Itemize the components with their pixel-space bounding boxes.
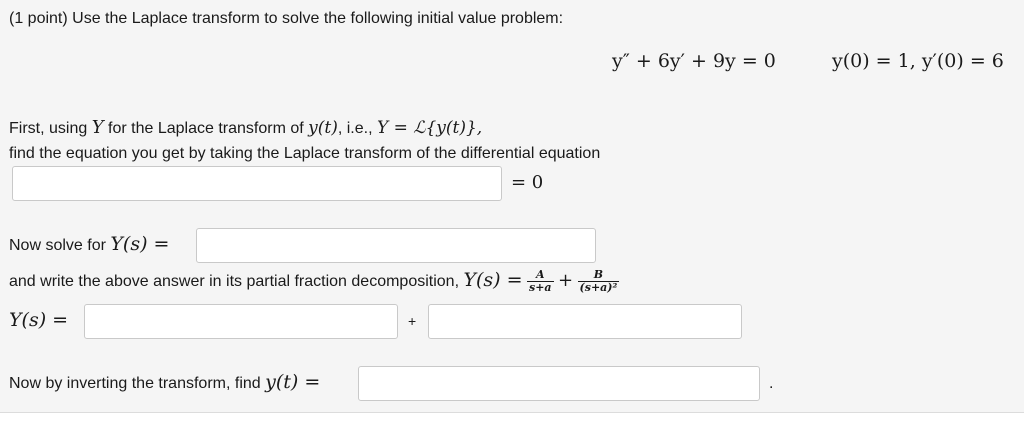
partial-fraction-term1-input[interactable] bbox=[84, 304, 398, 339]
step1-line1: First, using Y for the Laplace transform… bbox=[9, 118, 482, 139]
initial-conditions: y(0) = 1, y′(0) = 6 bbox=[832, 50, 1004, 72]
step3-line: and write the above answer in its partia… bbox=[9, 266, 620, 296]
plus-sign: + bbox=[558, 270, 574, 291]
fraction-B: B (s+a)² bbox=[577, 269, 620, 295]
step1-text: First, using bbox=[9, 120, 92, 137]
partial-fraction-term2-input[interactable] bbox=[428, 304, 742, 339]
fraction-denominator: s+a bbox=[529, 281, 552, 295]
ode-equation: y″ + 6y′ + 9y = 0 bbox=[612, 50, 776, 72]
step1-text: for the Laplace transform of bbox=[103, 120, 309, 137]
step3-text: and write the above answer in its partia… bbox=[9, 273, 464, 290]
fraction-A: As+a bbox=[527, 269, 554, 294]
symbol-yt: y(t) bbox=[308, 118, 338, 138]
plus-sign: + bbox=[408, 313, 417, 329]
symbol-Ys: Y(s) = bbox=[110, 233, 170, 255]
Ys-input[interactable] bbox=[196, 228, 596, 263]
equals-zero: = 0 bbox=[511, 172, 544, 193]
step1-line2: find the equation you get by taking the … bbox=[9, 145, 601, 162]
trailing-period: . bbox=[769, 375, 774, 392]
step2-text: Now solve for bbox=[9, 237, 111, 254]
symbol-Ys: Y(s) = bbox=[463, 269, 523, 291]
problem-prompt: (1 point) Use the Laplace transform to s… bbox=[9, 10, 564, 27]
symbol-Y: Y bbox=[91, 117, 104, 138]
transformed-equation-input[interactable] bbox=[12, 166, 502, 201]
step1-text: , i.e., bbox=[337, 120, 377, 137]
step4-text: Now by inverting the transform, find bbox=[9, 375, 266, 392]
symbol-yt: y(t) = bbox=[265, 371, 321, 393]
step2-line: Now solve for Y(s) = bbox=[9, 234, 169, 256]
step4-line: Now by inverting the transform, find y(t… bbox=[9, 372, 320, 394]
laplace-definition: Y = ℒ{y(t)}, bbox=[376, 118, 483, 138]
Ys-answer-label: Y(s) = bbox=[9, 309, 69, 331]
yt-input[interactable] bbox=[358, 366, 760, 401]
fraction-denominator: (s+a)² bbox=[579, 281, 618, 295]
